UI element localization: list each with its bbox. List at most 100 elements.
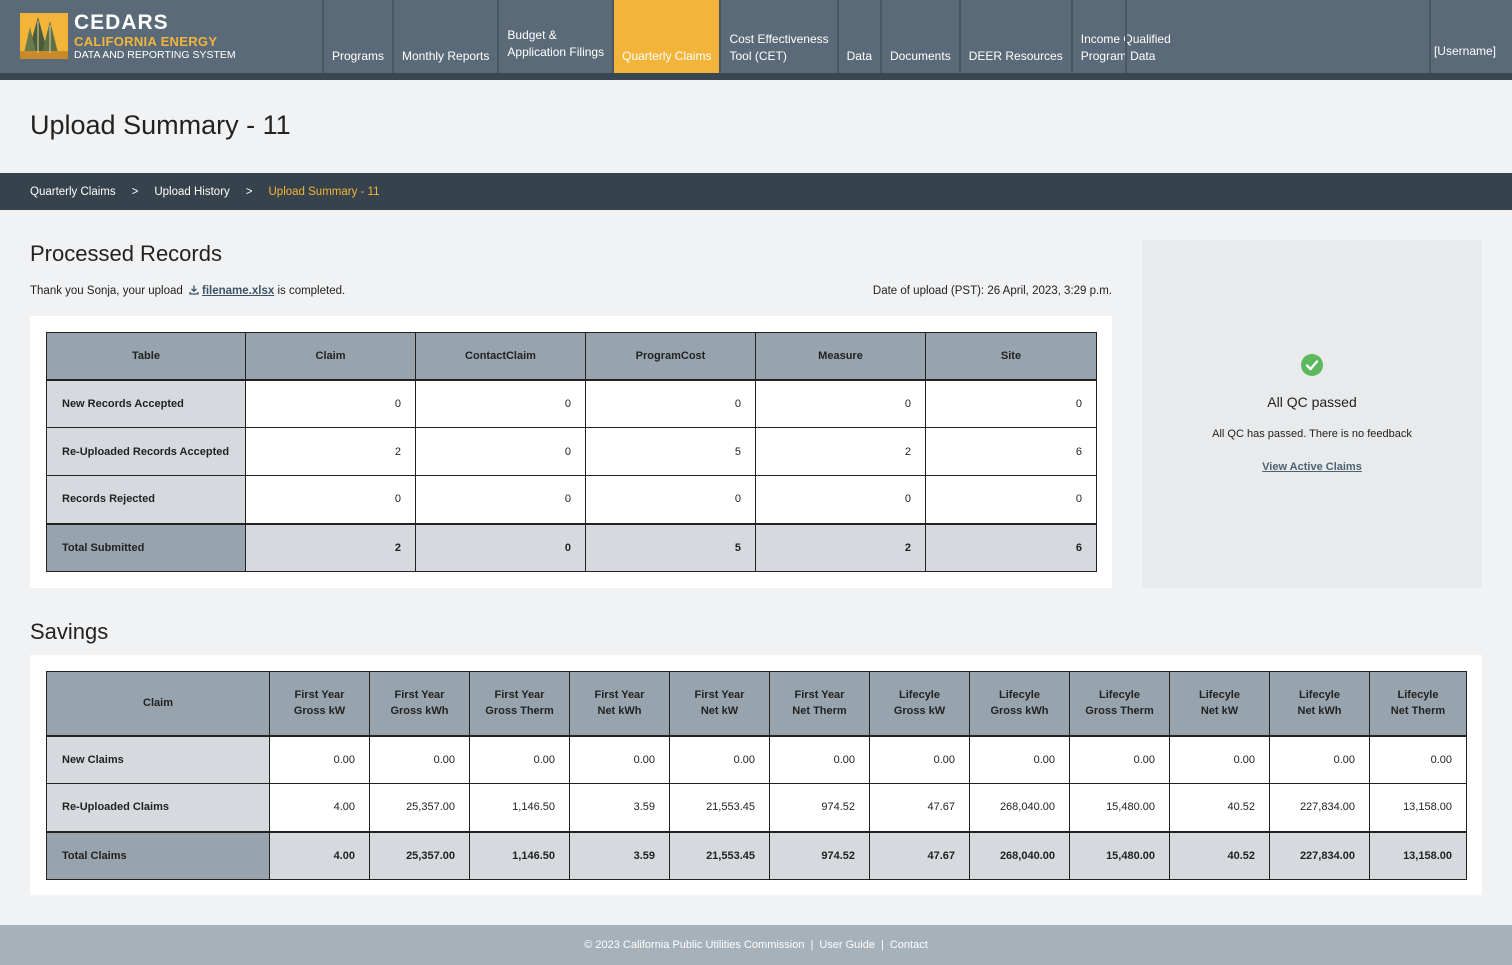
column-header-line: First Year <box>594 689 645 702</box>
column-header: First Year Net Therm <box>769 671 870 736</box>
uploaded-file-link[interactable]: filename.xlsx <box>202 285 274 297</box>
column-header-line: Gross kWh <box>990 705 1049 718</box>
table-cell: 0 <box>245 378 416 428</box>
cedars-logo[interactable]: CEDARS CALIFORNIA ENERGY DATA AND REPORT… <box>20 12 236 60</box>
table-cell: 2 <box>755 522 926 572</box>
table-cell: 0 <box>415 522 586 572</box>
view-active-claims-link[interactable]: View Active Claims <box>1142 461 1482 473</box>
table-cell: 0.00 <box>669 734 770 784</box>
table-cell: 0.00 <box>1169 734 1270 784</box>
nav-deer-resources[interactable]: DEER Resources <box>958 0 1071 73</box>
brand-subtitle: CALIFORNIA ENERGY <box>74 33 218 49</box>
table-cell: 6 <box>925 522 1097 572</box>
footer-user-guide-link[interactable]: User Guide <box>819 939 875 951</box>
processed-records-card: Table Claim ContactClaim ProgramCost Mea… <box>30 316 1112 588</box>
column-header: Measure <box>755 332 926 380</box>
table-cell: 21,553.45 <box>669 783 770 832</box>
nav-label: Quarterly Claims <box>622 49 712 63</box>
table-cell: 13,158.00 <box>1369 783 1467 832</box>
table-cell: 47.67 <box>869 830 970 880</box>
footer-copyright: © 2023 California Public Utilities Commi… <box>584 939 805 951</box>
column-header: Site <box>925 332 1097 380</box>
nav-quarterly-claims[interactable]: Quarterly Claims <box>612 0 720 73</box>
table-cell: 5 <box>585 522 756 572</box>
table-cell: 0.00 <box>469 734 570 784</box>
table-cell: 0 <box>245 475 416 524</box>
nav-label: Monthly Reports <box>402 49 490 63</box>
download-icon <box>189 285 199 295</box>
nav-documents[interactable]: Documents <box>880 0 959 73</box>
table-cell: 0.00 <box>1369 734 1467 784</box>
nav-cost-effectiveness-tool[interactable]: Cost Effectiveness Tool (CET) <box>719 0 836 73</box>
table-cell: 0.00 <box>569 734 670 784</box>
column-header-line: Lifecyle <box>1397 689 1439 702</box>
column-header: Lifecyle Gross kWh <box>969 671 1070 736</box>
qc-title: All QC passed <box>1267 394 1357 410</box>
row-label: Total Claims <box>46 830 270 880</box>
cedars-tree-logo-icon <box>20 13 68 59</box>
processed-records-heading: Processed Records <box>30 241 222 266</box>
table-cell: 25,357.00 <box>369 783 470 832</box>
nav-monthly-reports[interactable]: Monthly Reports <box>392 0 497 73</box>
table-row: Records Rejected 0 0 0 0 0 <box>46 475 1097 524</box>
column-header-line: Net kW <box>700 705 739 718</box>
table-cell: 974.52 <box>769 783 870 832</box>
brand-name: CEDARS <box>74 10 169 34</box>
table-cell: 0 <box>585 378 756 428</box>
qc-status-panel: All QC passed All QC has passed. There i… <box>1142 240 1482 588</box>
breadcrumb-quarterly-claims[interactable]: Quarterly Claims <box>30 186 116 198</box>
footer-separator: | <box>810 939 814 951</box>
nav-budget-application-filings[interactable]: Budget & Application Filings <box>497 0 612 73</box>
nav-label: Cost Effectiveness <box>729 32 829 46</box>
table-cell: 0 <box>415 427 586 476</box>
qc-subtitle: All QC has passed. There is no feedback <box>1212 428 1412 440</box>
nav-programs[interactable]: Programs <box>322 0 392 73</box>
table-cell: 0 <box>415 475 586 524</box>
column-header: First Year Net kWh <box>569 671 670 736</box>
row-label: New Records Accepted <box>46 378 246 428</box>
column-header: First Year Gross Therm <box>469 671 570 736</box>
table-cell: 0.00 <box>1069 734 1170 784</box>
table-cell: 13,158.00 <box>1369 830 1467 880</box>
column-header-line: Net kW <box>1200 705 1239 718</box>
breadcrumb-separator: > <box>245 185 253 198</box>
row-label: Re-Uploaded Records Accepted <box>46 427 246 476</box>
table-cell: 974.52 <box>769 830 870 880</box>
table-total-row: Total Submitted 2 0 5 2 6 <box>46 522 1097 572</box>
table-cell: 1,146.50 <box>469 830 570 880</box>
nav-data[interactable]: Data <box>836 0 880 73</box>
breadcrumb-upload-history[interactable]: Upload History <box>154 186 229 198</box>
column-header-line: Gross kW <box>293 705 346 718</box>
column-header-line: First Year <box>794 689 845 702</box>
row-label: Total Submitted <box>46 522 246 572</box>
confirmation-prefix: Thank you Sonja, your upload <box>30 285 183 297</box>
table-cell: 227,834.00 <box>1269 783 1370 832</box>
user-menu[interactable]: [Username] <box>1434 44 1496 58</box>
table-row: New Claims 0.00 0.00 0.00 0.00 0.00 0.00… <box>46 734 1467 784</box>
table-cell: 0 <box>755 378 926 428</box>
table-cell: 6 <box>925 427 1097 476</box>
brand-tagline: DATA AND REPORTING SYSTEM <box>74 48 236 61</box>
column-header: First Year Gross kW <box>269 671 370 736</box>
table-cell: 0 <box>415 378 586 428</box>
table-cell: 25,357.00 <box>369 830 470 880</box>
column-header-line: Net kWh <box>597 705 642 718</box>
table-cell: 3.59 <box>569 783 670 832</box>
footer: © 2023 California Public Utilities Commi… <box>0 925 1512 965</box>
upload-confirmation: Thank you Sonja, your upload filename.xl… <box>30 285 345 297</box>
table-cell: 0.00 <box>969 734 1070 784</box>
page-title: Upload Summary - 11 <box>30 110 291 140</box>
table-total-row: Total Claims 4.00 25,357.00 1,146.50 3.5… <box>46 830 1467 880</box>
column-header-line: Lifecyle <box>1199 689 1240 702</box>
table-cell: 0 <box>755 475 926 524</box>
column-header: First Year Net kW <box>669 671 770 736</box>
table-cell: 4.00 <box>269 830 370 880</box>
column-header-line: Gross Therm <box>485 705 554 718</box>
nav-label: Budget & <box>507 28 557 42</box>
column-header-line: Lifecyle <box>1099 689 1140 702</box>
column-header: Claim <box>245 332 416 380</box>
footer-contact-link[interactable]: Contact <box>890 939 928 951</box>
column-header: ContactClaim <box>415 332 586 380</box>
table-cell: 40.52 <box>1169 830 1270 880</box>
table-row: Re-Uploaded Claims 4.00 25,357.00 1,146.… <box>46 783 1467 832</box>
